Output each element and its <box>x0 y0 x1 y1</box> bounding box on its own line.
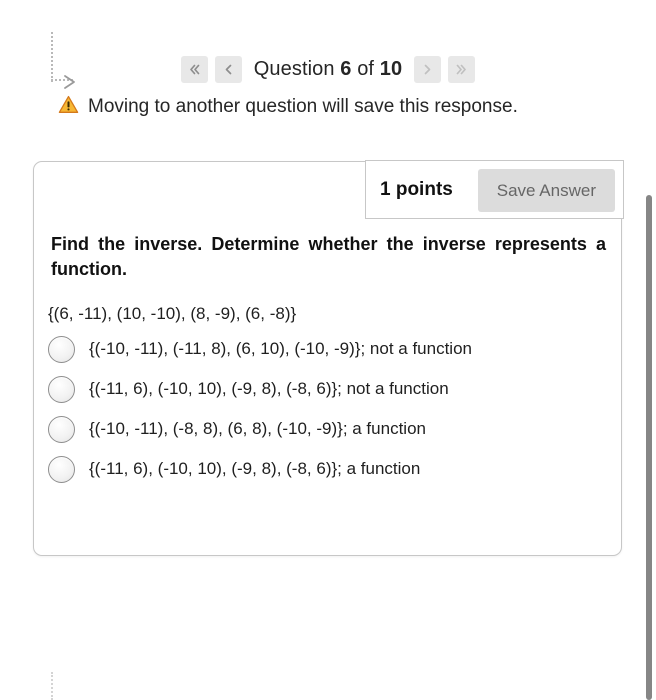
answer-option-2[interactable]: {(-11, 6), (-10, 10), (-9, 8), (-8, 6)};… <box>48 369 608 409</box>
page-scrollbar[interactable] <box>642 0 656 700</box>
sidebar-rail-bottom <box>51 672 53 700</box>
save-answer-button[interactable]: Save Answer <box>477 169 615 212</box>
page-root: Question 6 of 10 Moving to another quest… <box>0 0 656 700</box>
save-warning-text: Moving to another question will save thi… <box>88 96 518 117</box>
previous-question-button[interactable] <box>214 56 242 83</box>
answer-option-4[interactable]: {(-11, 6), (-10, 10), (-9, 8), (-8, 6)};… <box>48 449 608 489</box>
relation-set: {(6, -11), (10, -10), (8, -9), (6, -8)} <box>48 304 297 323</box>
answer-option-label: {(-11, 6), (-10, 10), (-9, 8), (-8, 6)};… <box>89 459 421 478</box>
answer-option-label: {(-11, 6), (-10, 10), (-9, 8), (-8, 6)};… <box>89 379 449 398</box>
answer-option-1[interactable]: {(-10, -11), (-11, 8), (6, 10), (-10, -9… <box>48 329 608 369</box>
answer-option-3[interactable]: {(-10, -11), (-8, 8), (6, 8), (-10, -9)}… <box>48 409 608 449</box>
current-question-number: 6 <box>340 58 352 80</box>
answer-options: {(-10, -11), (-11, 8), (6, 10), (-10, -9… <box>48 329 608 489</box>
radio-button-4[interactable] <box>48 455 75 483</box>
question-prompt: Find the inverse. Determine whether the … <box>51 234 606 279</box>
question-panel: 1 points Save Answer Find the inverse. D… <box>33 160 624 556</box>
of-word: of <box>357 58 375 80</box>
radio-button-3[interactable] <box>48 415 75 443</box>
points-bar: 1 points Save Answer <box>365 160 624 219</box>
radio-button-1[interactable] <box>48 335 75 363</box>
question-word: Question <box>253 58 335 80</box>
answer-option-label: {(-10, -11), (-11, 8), (6, 10), (-10, -9… <box>89 339 472 358</box>
points-label: 1 points <box>380 178 453 200</box>
radio-button-2[interactable] <box>48 375 75 403</box>
next-question-button[interactable] <box>414 56 442 83</box>
total-question-count: 10 <box>379 58 403 80</box>
question-navigation: Question 6 of 10 <box>0 56 656 83</box>
warning-triangle-icon <box>58 95 79 119</box>
page-title: Question 6 of 10 <box>254 58 402 81</box>
first-question-button[interactable] <box>180 56 208 83</box>
answer-option-label: {(-10, -11), (-8, 8), (6, 8), (-10, -9)}… <box>89 419 426 438</box>
save-warning: Moving to another question will save thi… <box>58 95 518 119</box>
page-scrollbar-thumb[interactable] <box>646 195 652 700</box>
last-question-button[interactable] <box>448 56 476 83</box>
